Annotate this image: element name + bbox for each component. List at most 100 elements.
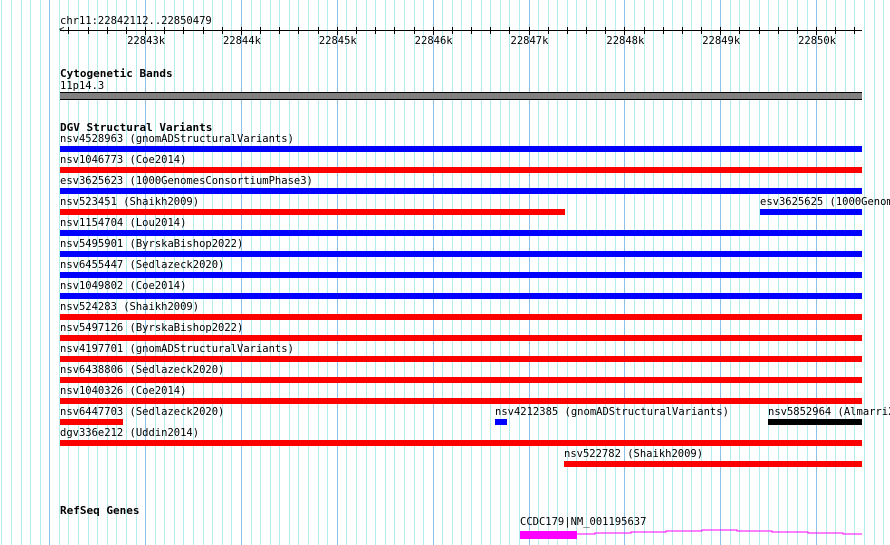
variant-bar[interactable]: [60, 251, 862, 257]
variant-bar[interactable]: [495, 419, 507, 425]
ruler-tick: [375, 27, 376, 34]
ruler-tick: [452, 27, 453, 34]
grid-line: [1, 0, 2, 545]
variant-bar[interactable]: [60, 293, 862, 299]
ruler-tick-label: 22845k: [318, 35, 357, 47]
grid-line: [874, 0, 875, 545]
ruler-tick: [701, 27, 702, 34]
variant-label: nsv1049802 (Coe2014): [60, 280, 187, 292]
variant-label: esv3625623 (1000GenomesConsortiumPhase3): [60, 175, 313, 187]
variant-label: nsv1040326 (Coe2014): [60, 385, 187, 397]
ruler-tick: [279, 27, 280, 34]
variant-label: nsv522782 (Shaikh2009): [564, 448, 704, 460]
ruler-tick: [605, 27, 606, 34]
variant-bar[interactable]: [60, 356, 862, 362]
variant-label: dgv336e212 (Uddin2014): [60, 427, 200, 439]
ruler-tick: [414, 27, 415, 34]
grid-line: [40, 0, 41, 545]
ruler-tick-label: 22846k: [414, 35, 453, 47]
variant-label: nsv1046773 (Coe2014): [60, 154, 187, 166]
variant-bar[interactable]: [60, 419, 123, 425]
ruler-tick: [529, 27, 530, 35]
ruler-tick-label: 22847k: [510, 35, 549, 47]
ruler-tick: [624, 27, 625, 35]
variant-label: nsv1154704 (Lou2014): [60, 217, 187, 229]
variant-label: nsv5497126 (ByrskaBishop2022): [60, 322, 244, 334]
variant-label: nsv523451 (Shaikh2009): [60, 196, 200, 208]
ruler-axis: [60, 30, 862, 31]
variant-bar[interactable]: [60, 335, 862, 341]
ruler-tick: [548, 27, 549, 34]
variant-bar[interactable]: [60, 146, 862, 152]
ruler-tick: [816, 27, 817, 35]
cyto-band[interactable]: [60, 92, 862, 100]
ruler-tick: [586, 27, 587, 34]
grid-line: [21, 0, 22, 545]
variant-bar[interactable]: [60, 440, 862, 446]
ruler-tick: [797, 27, 798, 34]
grid-line: [11, 0, 12, 545]
ruler-tick: [644, 27, 645, 34]
ruler-tick: [183, 27, 184, 34]
cyto-band-label: 11p14.3: [60, 80, 105, 92]
ruler-tick-label: 22850k: [798, 35, 837, 47]
ruler-tick-label: 22848k: [606, 35, 645, 47]
grid-line: [30, 0, 31, 545]
variant-bar[interactable]: [60, 167, 862, 173]
ruler-tick: [663, 27, 664, 34]
ruler-tick: [759, 27, 760, 34]
ruler-tick: [739, 27, 740, 34]
variant-label: nsv6447703 (Sedlazeck2020): [60, 406, 225, 418]
variant-label: nsv4528963 (gnomADStructuralVariants): [60, 133, 294, 145]
ruler-tick-label: 22849k: [702, 35, 741, 47]
ruler-tick: [68, 27, 69, 34]
ruler-tick: [126, 27, 127, 34]
variant-bar[interactable]: [60, 398, 862, 404]
gene-intron-line: [577, 529, 862, 535]
variant-bar[interactable]: [60, 230, 862, 236]
variant-bar[interactable]: [60, 377, 862, 383]
ruler-tick: [222, 27, 223, 34]
ruler-tick: [854, 27, 855, 34]
variant-bar[interactable]: [760, 209, 862, 215]
ruler-tick: [567, 27, 568, 34]
ruler-tick: [260, 27, 261, 34]
variant-label: nsv4197701 (gnomADStructuralVariants): [60, 343, 294, 355]
track-title-cytogenetic-bands: Cytogenetic Bands: [60, 67, 173, 80]
ruler-tick-label: 22844k: [222, 35, 261, 47]
variant-bar[interactable]: [60, 209, 565, 215]
ruler-tick: [490, 27, 491, 34]
arrow-left-icon[interactable]: <: [59, 25, 64, 35]
grid-line: [864, 0, 865, 545]
ruler-tick: [720, 27, 721, 35]
ruler-tick: [835, 27, 836, 34]
variant-label: nsv524283 (Shaikh2009): [60, 301, 200, 313]
grid-line: [49, 0, 50, 545]
variant-bar[interactable]: [60, 314, 862, 320]
variant-label: nsv5852964 (Almarri20: [768, 406, 890, 418]
ruler-tick: [88, 27, 89, 34]
variant-label: nsv6438806 (Sedlazeck2020): [60, 364, 225, 376]
ruler-tick: [298, 27, 299, 34]
variant-label: nsv4212385 (gnomADStructuralVariants): [495, 406, 729, 418]
track-title-refseq: RefSeq Genes: [60, 504, 140, 517]
ruler-tick: [509, 27, 510, 34]
ruler-tick: [682, 27, 683, 34]
ruler-tick: [164, 27, 165, 34]
variant-bar[interactable]: [564, 461, 862, 467]
variant-bar[interactable]: [768, 419, 862, 425]
ruler-tick: [145, 27, 146, 35]
ruler-tick: [471, 27, 472, 34]
ruler-tick: [337, 27, 338, 35]
variant-label: nsv5495901 (ByrskaBishop2022): [60, 238, 244, 250]
variant-bar[interactable]: [60, 188, 862, 194]
variant-label: nsv6455447 (Sedlazeck2020): [60, 259, 225, 271]
variant-label: esv3625625 (1000Genome: [760, 196, 890, 208]
variant-bar[interactable]: [60, 272, 862, 278]
ruler-tick: [203, 27, 204, 34]
ruler-tick: [394, 27, 395, 34]
ruler-tick: [778, 27, 779, 34]
ruler-tick: [433, 27, 434, 35]
ruler-tick: [318, 27, 319, 34]
ruler-tick: [107, 27, 108, 34]
